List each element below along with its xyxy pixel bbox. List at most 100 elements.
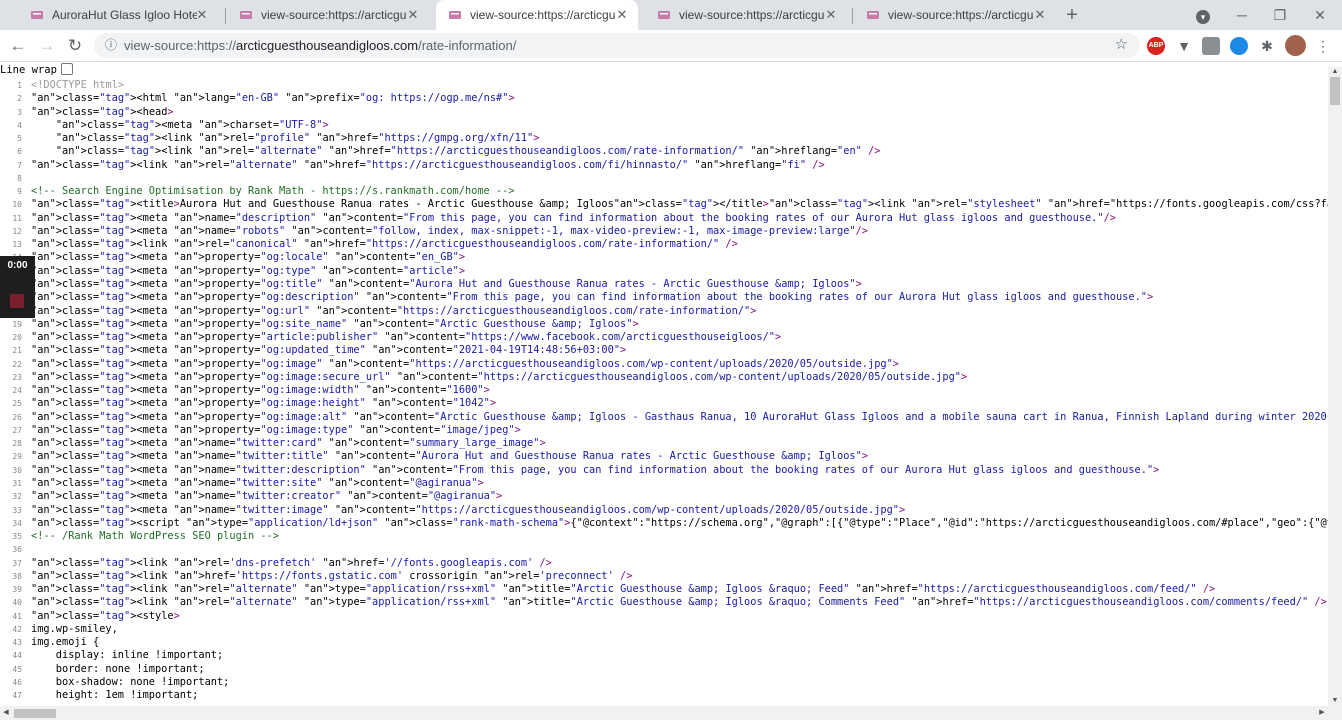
- line-code: img.emoji {: [31, 636, 100, 649]
- close-icon[interactable]: ✕: [194, 7, 210, 23]
- source-line: 40 "an">class="tag"><link "an">rel="alter…: [0, 596, 1328, 609]
- tab-1[interactable]: AuroraHut Glass Igloo Hotel in Fi✕: [18, 0, 218, 30]
- line-number: 38: [12, 571, 22, 581]
- line-number: 30: [12, 465, 22, 475]
- line-number: 7: [17, 160, 22, 170]
- source-line: 13 "an">class="tag"><link "an">rel="canon…: [0, 238, 1328, 251]
- url-host: arcticguesthouseandigloos.com: [236, 38, 419, 53]
- menu-kebab-icon[interactable]: ⋮: [1314, 37, 1332, 55]
- source-line: 21 "an">class="tag"><meta "an">property="…: [0, 344, 1328, 357]
- source-line: 6 "an">class="tag"><link "an">rel="alter…: [0, 145, 1328, 158]
- tab-5[interactable]: view-source:https://arcticguesth✕: [854, 0, 1056, 30]
- source-line: 20 "an">class="tag"><meta "an">property="…: [0, 331, 1328, 344]
- scroll-right-arrow-icon[interactable]: ▶: [1316, 706, 1328, 720]
- url-prefix: view-source:https://: [124, 38, 236, 53]
- tab-strip: AuroraHut Glass Igloo Hotel in Fi✕ view-s…: [0, 0, 1342, 30]
- screenshot-extension-icon[interactable]: [1202, 37, 1220, 55]
- line-code: "an">class="tag"><meta "an">charset="UTF…: [55, 118, 329, 131]
- line-code: box-shadow: none !important;: [31, 675, 230, 688]
- close-icon[interactable]: ✕: [1032, 7, 1048, 23]
- line-code: "an">class="tag"><meta "an">property="og…: [31, 251, 466, 264]
- scroll-up-arrow-icon[interactable]: ▲: [1328, 67, 1342, 77]
- avatar[interactable]: [1285, 35, 1306, 56]
- close-icon[interactable]: ✕: [405, 7, 421, 23]
- line-number: 12: [12, 226, 22, 236]
- line-code: "an">class="tag"><meta "an">property="og…: [31, 304, 757, 317]
- vertical-scroll-thumb[interactable]: [1330, 77, 1340, 105]
- line-code: "an">class="tag"><meta "an">property="og…: [31, 370, 968, 383]
- line-code: "an">class="tag"><meta "an">name="twitte…: [31, 503, 906, 516]
- line-number: 2: [17, 94, 22, 104]
- chevron-down-icon: ▾: [1196, 10, 1210, 24]
- horizontal-scrollbar[interactable]: ◀ ▶: [0, 706, 1342, 720]
- bookmark-star-icon[interactable]: ☆: [1115, 36, 1128, 54]
- tab-3[interactable]: view-source:https://arcticguesth✕: [436, 0, 638, 30]
- source-line: 31 "an">class="tag"><meta "an">name="twit…: [0, 477, 1328, 490]
- source-line: 3 "an">class="tag"><head>: [0, 106, 1328, 119]
- stop-recording-button[interactable]: [10, 294, 24, 308]
- line-wrap-checkbox[interactable]: [60, 63, 73, 75]
- tab-4[interactable]: view-source:https://arcticguesth✕: [645, 0, 847, 30]
- source-line: 11 "an">class="tag"><meta "an">name="desc…: [0, 212, 1328, 225]
- close-window-button[interactable]: ✕: [1310, 6, 1330, 24]
- source-line: 24 "an">class="tag"><meta "an">property="…: [0, 384, 1328, 397]
- source-line: 8: [0, 172, 1328, 185]
- line-code: "an">class="tag"><link "an">rel="profile…: [55, 132, 540, 145]
- line-number: 8: [17, 173, 22, 183]
- scroll-down-arrow-icon[interactable]: ▼: [1328, 696, 1342, 706]
- line-number: 43: [12, 638, 22, 648]
- line-number: 29: [12, 452, 22, 462]
- tab-search-button[interactable]: ▾: [1193, 6, 1213, 24]
- reload-button[interactable]: ↻: [64, 35, 86, 57]
- info-icon[interactable]: ⓘ: [104, 38, 118, 52]
- address-url[interactable]: view-source:https://arcticguesthouseandi…: [124, 37, 516, 54]
- shield-extension-icon[interactable]: ▼: [1175, 37, 1193, 55]
- back-button[interactable]: ←: [7, 35, 29, 57]
- line-code: "an">class="tag"><link "an">rel="alterna…: [31, 158, 825, 171]
- line-number: 44: [12, 651, 22, 661]
- line-code: "an">class="tag"><meta "an">name="twitte…: [31, 463, 1160, 476]
- tab-title: view-source:https://arcticguesth: [679, 8, 824, 22]
- horizontal-scroll-thumb[interactable]: [14, 709, 56, 718]
- url-path: /rate-information/: [418, 38, 517, 53]
- scroll-left-arrow-icon[interactable]: ◀: [0, 706, 12, 720]
- line-number: 46: [12, 677, 22, 687]
- source-line: 5 "an">class="tag"><link "an">rel="profi…: [0, 132, 1328, 145]
- source-line: 9 <!-- Search Engine Optimisation by Rank…: [0, 185, 1328, 198]
- source-line: 14"an">class="tag"><meta "an">property="…: [0, 251, 1328, 264]
- minimize-button[interactable]: ─: [1232, 6, 1252, 24]
- source-line: 12 "an">class="tag"><meta "an">name="robo…: [0, 225, 1328, 238]
- line-code: "an">class="tag"><meta "an">property="og…: [31, 384, 490, 397]
- vertical-scrollbar[interactable]: ▲ ▼: [1328, 67, 1342, 706]
- line-code: "an">class="tag"><html "an">lang="en-GB"…: [31, 92, 515, 105]
- line-number: 35: [12, 532, 22, 542]
- globe-extension-icon[interactable]: [1230, 37, 1248, 55]
- line-number: 1: [17, 81, 22, 90]
- forward-button[interactable]: →: [36, 35, 58, 57]
- source-line: 25 "an">class="tag"><meta "an">property="…: [0, 397, 1328, 410]
- line-code: "an">class="tag"><meta "an">property="og…: [31, 317, 639, 330]
- source-line: 39 "an">class="tag"><link "an">rel="alter…: [0, 583, 1328, 596]
- site-favicon-icon: [30, 8, 44, 22]
- close-icon[interactable]: ✕: [614, 7, 630, 23]
- line-code: "an">class="tag"><link "an">rel="alterna…: [31, 583, 1216, 596]
- line-number: 31: [12, 478, 22, 488]
- line-number: 19: [12, 319, 22, 329]
- line-code: "an">class="tag"><link "an">rel="alterna…: [31, 596, 1327, 609]
- source-line: 36: [0, 543, 1328, 556]
- line-number: 4: [17, 120, 22, 130]
- tab-2[interactable]: view-source:https://arcticguesth✕: [227, 0, 429, 30]
- adblock-extension-icon[interactable]: ABP: [1147, 37, 1165, 55]
- source-line: 19 "an">class="tag"><meta "an">property="…: [0, 318, 1328, 331]
- recorder-time: 0:00: [7, 260, 28, 271]
- source-line: 47 height: 1em !important;: [0, 689, 1328, 702]
- source-line: 26 "an">class="tag"><meta "an">property="…: [0, 411, 1328, 424]
- line-number: 47: [12, 691, 22, 701]
- address-bar[interactable]: ⓘ view-source:https://arcticguesthousean…: [94, 33, 1140, 58]
- puzzle-extensions-icon[interactable]: ✱: [1258, 37, 1276, 55]
- line-code: "an">class="tag"><meta "an">property="og…: [31, 397, 497, 410]
- line-number: 11: [12, 213, 22, 223]
- close-icon[interactable]: ✕: [823, 7, 839, 23]
- new-tab-button[interactable]: +: [1061, 4, 1083, 26]
- maximize-button[interactable]: ❐: [1270, 6, 1290, 24]
